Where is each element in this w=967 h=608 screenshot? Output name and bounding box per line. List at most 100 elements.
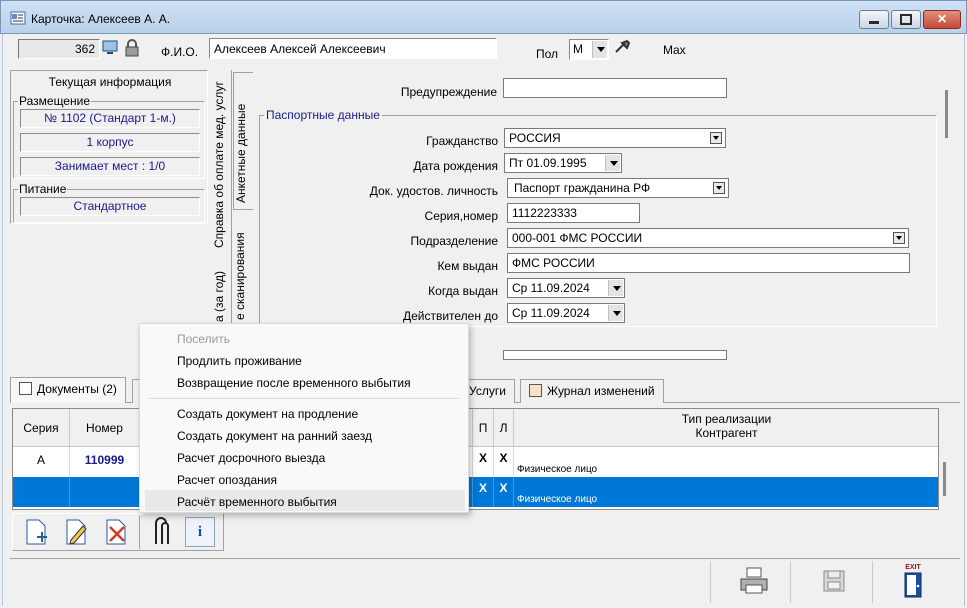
- division-select[interactable]: 000-001 ФМС РОССИИ: [507, 228, 909, 248]
- issued-date-value: Ср 11.09.2024: [512, 281, 590, 295]
- context-menu: Поселить Продлить проживание Возвращение…: [139, 323, 469, 513]
- building-box[interactable]: 1 корпус: [20, 133, 200, 152]
- tab-medical-payment[interactable]: Справка об оплате мед. услуг: [212, 74, 232, 254]
- menu-item-create-early[interactable]: Создать документ на ранний заезд: [177, 429, 372, 443]
- places-box[interactable]: Занимает мест : 1/0: [20, 157, 200, 176]
- chevron-down-icon[interactable]: [608, 280, 623, 296]
- issued-by-input[interactable]: ФМС РОССИИ: [507, 253, 910, 273]
- personal-data-form: Предупреждение Паспортные данные Граждан…: [232, 70, 956, 360]
- minimize-icon: [869, 21, 879, 24]
- issued-date-label: Когда выдан: [428, 284, 498, 298]
- dropdown-icon[interactable]: [893, 232, 905, 244]
- cell-p: X: [473, 447, 494, 477]
- citizenship-value: РОССИЯ: [509, 131, 561, 145]
- printer-icon[interactable]: [738, 565, 770, 597]
- fio-label: Ф.И.О.: [161, 45, 199, 59]
- tab-yearly[interactable]: а (за год): [212, 264, 232, 324]
- monitor-icon[interactable]: [102, 40, 118, 56]
- fio-input[interactable]: Алексеев Алексей Алексеевич: [209, 38, 497, 59]
- close-button[interactable]: ✕: [923, 10, 961, 29]
- current-info-panel: Текущая информация Размещение № 1102 (Ст…: [10, 70, 208, 224]
- grid-scrollbar-thumb[interactable]: [943, 462, 946, 496]
- window-title: Карточка: Алексеев А. А.: [31, 12, 171, 26]
- passport-group: Паспортные данные Гражданство РОССИЯ Дат…: [259, 108, 937, 327]
- menu-item-create-extension[interactable]: Создать документ на продление: [177, 407, 358, 421]
- birthdate-value: Пт 01.09.1995: [509, 156, 587, 170]
- food-label: Питание: [18, 182, 68, 196]
- edit-document-icon[interactable]: [61, 517, 91, 547]
- column-header-type-line2: Контрагент: [695, 426, 758, 440]
- doc-value: Паспорт гражданина РФ: [514, 181, 651, 195]
- doc-select[interactable]: Паспорт гражданина РФ: [507, 178, 729, 198]
- max-label: Max: [663, 43, 686, 57]
- dropdown-icon[interactable]: [713, 182, 725, 194]
- tab-changelog[interactable]: Журнал изменений: [520, 379, 664, 403]
- gender-select[interactable]: М: [569, 39, 609, 60]
- valid-until-label: Действителен до: [402, 309, 498, 323]
- status-divider: [710, 561, 711, 603]
- column-header-type-line1: Тип реализации: [681, 412, 772, 426]
- cell-l: X: [494, 447, 514, 477]
- lock-icon[interactable]: [124, 39, 140, 57]
- save-icon[interactable]: [822, 569, 846, 593]
- placement-group: Размещение № 1102 (Стандарт 1-м.) 1 корп…: [13, 94, 205, 179]
- new-document-icon[interactable]: [21, 517, 51, 547]
- valid-until-value: Ср 11.09.2024: [512, 306, 590, 320]
- app-icon: [10, 11, 26, 25]
- status-bar: EXIT: [10, 558, 960, 604]
- chevron-down-icon[interactable]: [592, 41, 607, 58]
- issued-by-label: Кем выдан: [437, 259, 498, 273]
- cell-series: А: [13, 447, 70, 477]
- division-value: 000-001 ФМС РОССИИ: [512, 231, 643, 245]
- window-client: 362 Ф.И.О. Алексеев Алексей Алексеевич П…: [2, 34, 965, 606]
- warning-label: Предупреждение: [400, 85, 497, 99]
- column-header-number[interactable]: Номер: [70, 409, 140, 447]
- issued-date-picker[interactable]: Ср 11.09.2024: [507, 278, 625, 298]
- gender-value: М: [573, 42, 583, 56]
- food-group: Питание Стандартное: [13, 182, 205, 223]
- menu-item-early-departure[interactable]: Расчет досрочного выезда: [177, 451, 325, 465]
- maximize-button[interactable]: [891, 10, 921, 29]
- tab-changelog-label: Журнал изменений: [547, 384, 655, 398]
- tools-icon[interactable]: [613, 39, 631, 55]
- valid-until-picker[interactable]: Ср 11.09.2024: [507, 303, 625, 323]
- food-box[interactable]: Стандартное: [20, 197, 200, 216]
- close-icon: ✕: [936, 12, 948, 26]
- cell-contractor: Физическое лицо: [514, 447, 938, 477]
- menu-item-settle: Поселить: [177, 332, 231, 346]
- dropdown-icon[interactable]: [710, 132, 722, 144]
- tab-documents[interactable]: Документы (2): [10, 377, 126, 403]
- birthdate-label: Дата рождения: [413, 159, 498, 173]
- menu-item-extend[interactable]: Продлить проживание: [177, 354, 302, 368]
- title-bar: Карточка: Алексеев А. А. ✕: [0, 0, 967, 34]
- info-icon[interactable]: i: [185, 517, 215, 547]
- birthdate-picker[interactable]: Пт 01.09.1995: [504, 153, 622, 173]
- chevron-down-icon[interactable]: [605, 155, 620, 171]
- gender-label: Пол: [536, 47, 559, 61]
- column-header-p[interactable]: П: [473, 409, 494, 447]
- partial-field[interactable]: [503, 350, 727, 360]
- serial-label: Серия,номер: [424, 209, 498, 223]
- current-info-title: Текущая информация: [48, 75, 172, 89]
- warning-input[interactable]: [503, 78, 727, 98]
- column-header-l[interactable]: Л: [494, 409, 514, 447]
- passport-scan-icon[interactable]: [147, 517, 177, 547]
- column-header-series[interactable]: Серия: [13, 409, 70, 447]
- cell-number: 110999: [70, 447, 140, 477]
- citizenship-label: Гражданство: [426, 134, 498, 148]
- minimize-button[interactable]: [859, 10, 889, 29]
- menu-item-temp-leave[interactable]: Расчёт временного выбытия: [177, 495, 337, 509]
- column-header-type[interactable]: Тип реализации Контрагент: [514, 409, 938, 447]
- menu-item-return[interactable]: Возвращение после временного выбытия: [177, 376, 411, 390]
- room-box[interactable]: № 1102 (Стандарт 1-м.): [20, 109, 200, 128]
- citizenship-select[interactable]: РОССИЯ: [504, 128, 726, 148]
- form-scrollbar-thumb[interactable]: [945, 90, 948, 138]
- serial-input[interactable]: 1112223333: [507, 203, 640, 223]
- exit-door-icon: [904, 572, 922, 598]
- chevron-down-icon[interactable]: [608, 305, 623, 321]
- delete-document-icon[interactable]: [101, 517, 131, 547]
- menu-item-lateness[interactable]: Расчет опоздания: [177, 473, 277, 487]
- cell-contractor: Физическое лицо: [514, 477, 938, 507]
- exit-button[interactable]: EXIT: [901, 564, 925, 600]
- cell-l: X: [494, 477, 514, 507]
